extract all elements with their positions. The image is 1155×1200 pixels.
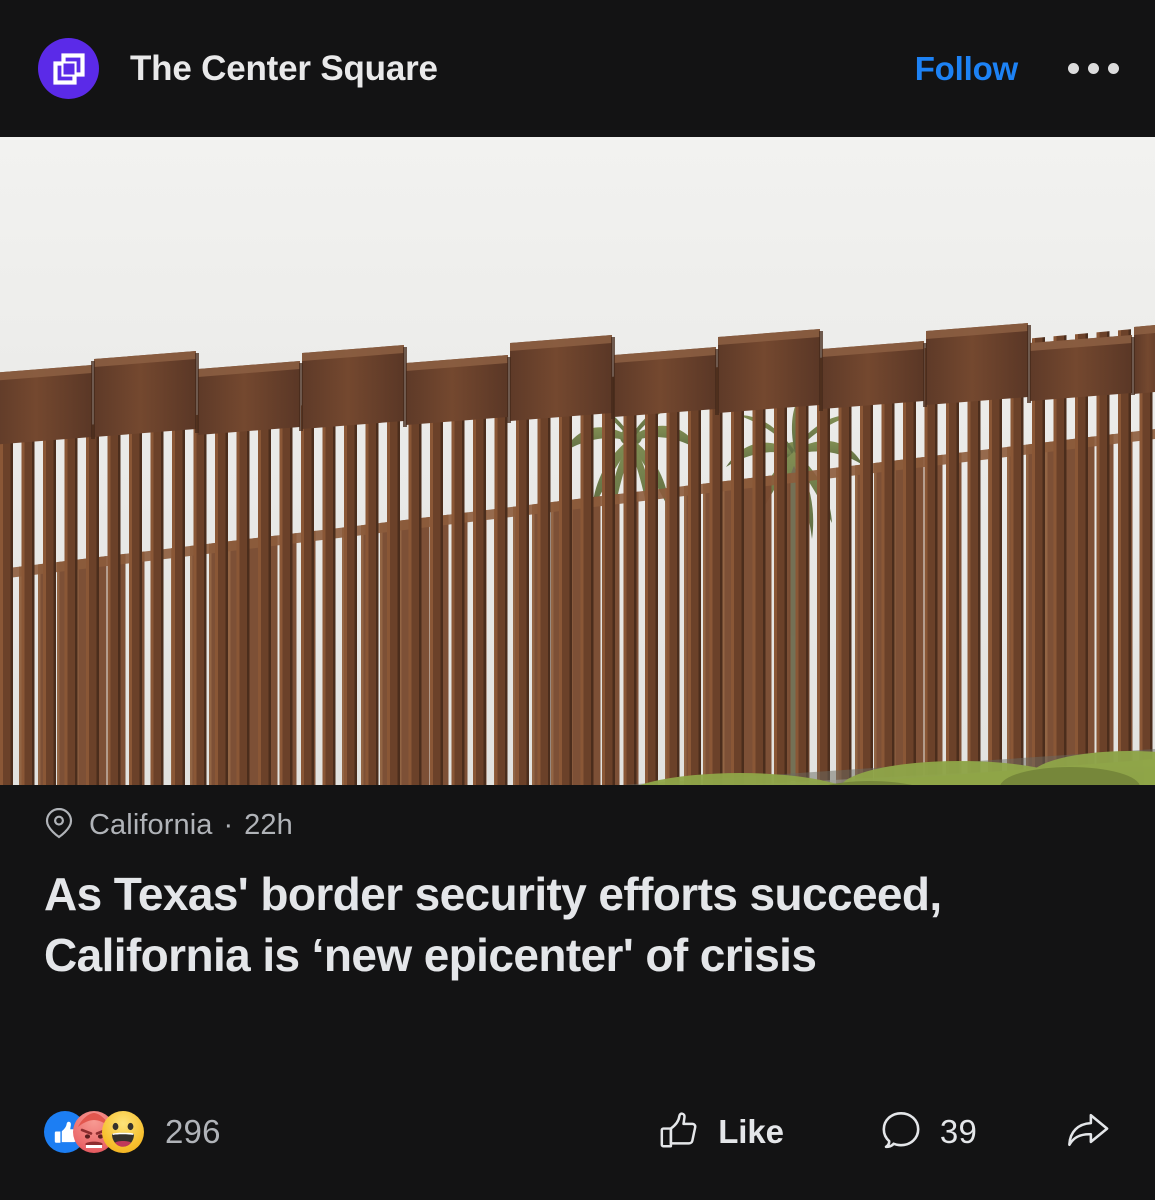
post-location[interactable]: California bbox=[89, 809, 213, 842]
comment-bubble-icon bbox=[880, 1109, 922, 1156]
post-headline[interactable]: As Texas' border security efforts succee… bbox=[0, 864, 1155, 985]
post-meta: California · 22h bbox=[0, 792, 1155, 858]
comment-button[interactable]: 39 bbox=[880, 1109, 977, 1156]
post-timestamp[interactable]: 22h bbox=[244, 809, 293, 842]
share-button[interactable] bbox=[1065, 1109, 1111, 1156]
page-name[interactable]: The Center Square bbox=[130, 49, 438, 89]
thumbs-up-icon bbox=[658, 1109, 700, 1156]
reaction-icons[interactable] bbox=[44, 1111, 144, 1153]
post-footer: 296 Like 39 bbox=[0, 1076, 1155, 1200]
post-header: The Center Square Follow bbox=[0, 0, 1155, 137]
border-wall-illustration bbox=[0, 137, 1155, 785]
ellipsis-icon-dot bbox=[1088, 63, 1099, 74]
reaction-count: 296 bbox=[165, 1113, 221, 1150]
follow-button[interactable]: Follow bbox=[915, 50, 1018, 88]
ellipsis-icon-dot bbox=[1068, 63, 1079, 74]
reactions-summary[interactable]: 296 bbox=[44, 1111, 221, 1153]
facebook-post-card: The Center Square Follow California · 22… bbox=[0, 0, 1155, 1200]
ellipsis-icon-dot bbox=[1108, 63, 1119, 74]
comment-count: 39 bbox=[939, 1113, 977, 1150]
share-arrow-icon bbox=[1065, 1109, 1111, 1156]
like-button[interactable]: Like bbox=[658, 1109, 784, 1156]
more-options-button[interactable] bbox=[1068, 63, 1119, 74]
post-actions: Like 39 bbox=[658, 1109, 1117, 1156]
location-pin-icon bbox=[44, 806, 74, 845]
like-label: Like bbox=[718, 1113, 784, 1150]
avatar[interactable] bbox=[38, 38, 99, 99]
post-photo[interactable] bbox=[0, 137, 1155, 785]
haha-reaction-icon bbox=[102, 1111, 144, 1153]
meta-separator: · bbox=[223, 808, 234, 841]
overlapping-squares-logo-icon bbox=[52, 52, 86, 86]
